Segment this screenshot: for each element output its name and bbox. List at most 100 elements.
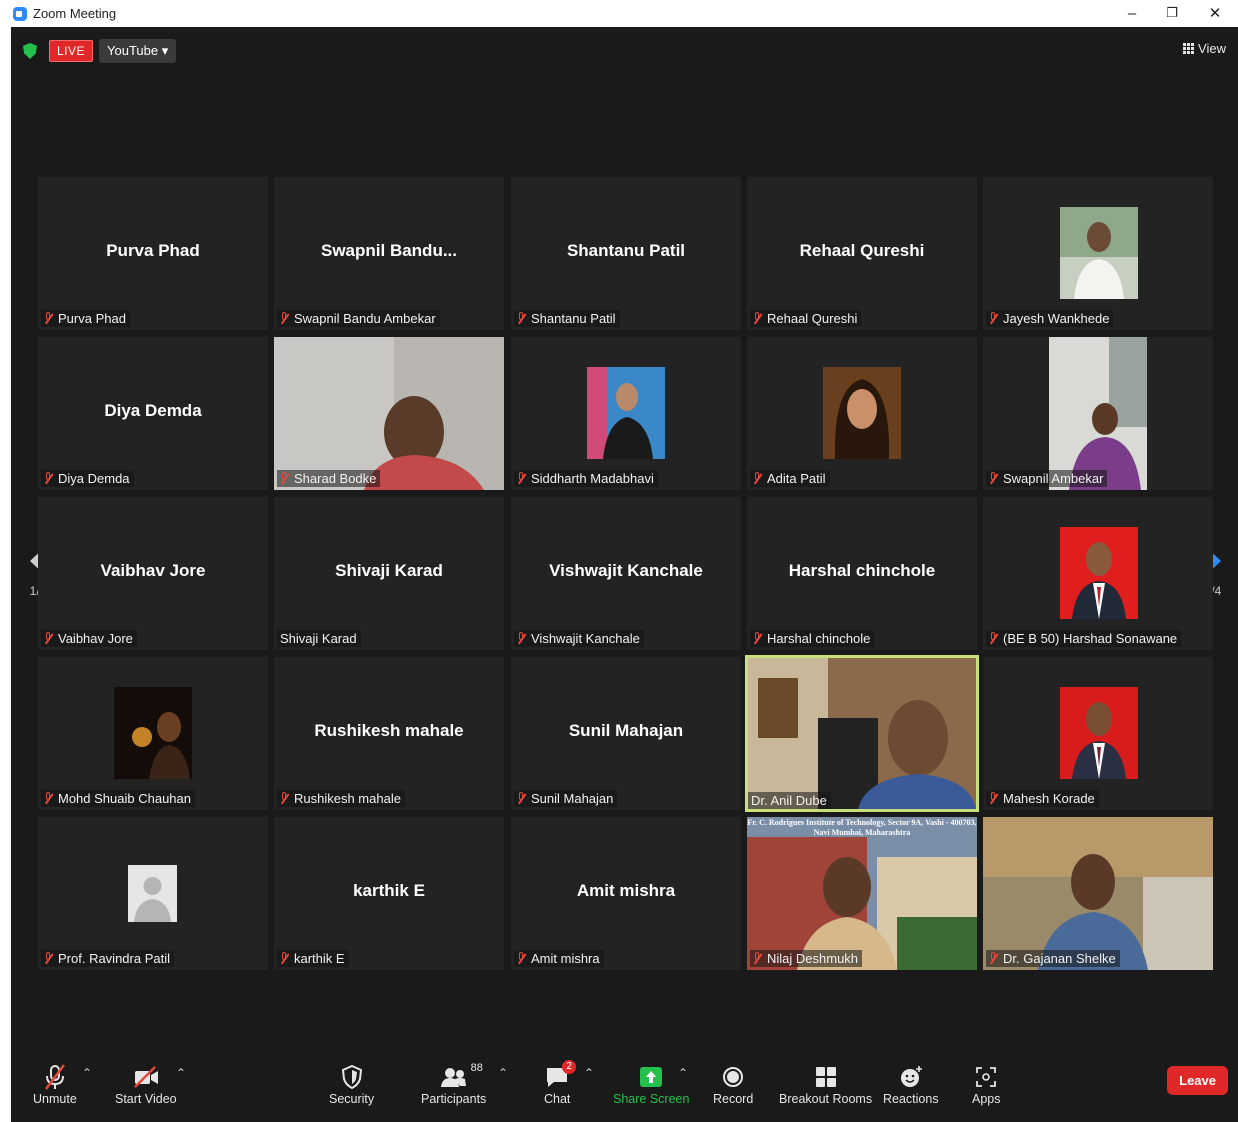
participant-label: Diya Demda [41,470,134,487]
participant-label-text: Nilaj Deshmukh [767,951,859,966]
participant-label: (BE B 50) Harshad Sonawane [986,630,1182,647]
mic-muted-icon [44,792,52,805]
participant-label: karthik E [277,950,349,967]
participant-label: Amit mishra [514,950,604,967]
participant-name-display: Rushikesh mahale [314,721,464,740]
breakout-rooms-button[interactable]: Breakout Rooms [779,1062,872,1106]
participant-tile[interactable]: Prof. Ravindra Patil [38,817,268,970]
participant-tile[interactable]: Vishwajit Kanchale Vishwajit Kanchale [511,497,741,650]
participant-label-text: Adita Patil [767,471,826,486]
active-speaker-tile[interactable]: Dr. Anil Dube [745,655,979,812]
participant-name-display: Vaibhav Jore [100,561,206,580]
participant-label: Jayesh Wankhede [986,310,1114,327]
participant-tile[interactable]: Adita Patil [747,337,977,490]
participant-label: Nilaj Deshmukh [750,950,863,967]
participant-name-display: Harshal chinchole [788,561,936,580]
mic-muted-icon [280,952,288,965]
reactions-button[interactable]: Reactions [883,1062,939,1106]
breakout-rooms-icon [815,1067,836,1087]
view-label: View [1198,41,1226,56]
participant-name-display: Shivaji Karad [335,561,443,580]
record-label: Record [713,1092,754,1106]
zoom-app-icon [13,6,27,21]
participants-caret-icon[interactable]: ⌃ [498,1066,508,1080]
participant-tile[interactable]: Mahesh Korade [983,657,1213,810]
security-button[interactable]: Security [329,1062,374,1106]
mic-muted-icon [517,952,525,965]
participant-tile[interactable]: Shantanu Patil Shantanu Patil [511,177,741,330]
participant-video-tile[interactable]: Sharad Bodke [274,337,504,490]
participant-label-text: Mohd Shuaib Chauhan [58,791,191,806]
participant-label: Vaibhav Jore [41,630,137,647]
start-video-button[interactable]: Start Video [115,1062,177,1106]
live-badge[interactable]: LIVE [49,40,94,62]
chat-caret-icon[interactable]: ⌃ [584,1066,594,1080]
participant-label: Sharad Bodke [277,470,381,487]
youtube-stream-dropdown[interactable]: YouTube ▾ [99,39,177,63]
restore-button[interactable]: ❐ [1157,2,1187,24]
participant-tile[interactable]: Vaibhav Jore Vaibhav Jore [38,497,268,650]
participant-tile[interactable]: Sunil Mahajan Sunil Mahajan [511,657,741,810]
microphone-muted-icon [44,1064,65,1090]
participant-tile[interactable]: Purva Phad Purva Phad [38,177,268,330]
chat-unread-badge: 2 [562,1060,577,1074]
view-button[interactable]: View [1183,41,1226,56]
participants-button[interactable]: 88 Participants [421,1062,486,1106]
reactions-label: Reactions [883,1092,939,1106]
participant-tile[interactable]: Diya Demda Diya Demda [38,337,268,490]
participant-label-text: Amit mishra [531,951,600,966]
record-button[interactable]: Record [713,1062,753,1106]
participants-count: 88 [470,1062,483,1074]
participant-label-text: Vaibhav Jore [58,631,133,646]
participant-tile[interactable]: Shivaji Karad Shivaji Karad [274,497,504,650]
participant-video-tile[interactable]: Fr. C. Rodrigues Institute of Technology… [747,817,977,970]
participant-label-text: karthik E [294,951,345,966]
participant-tile[interactable]: Rushikesh mahale Rushikesh mahale [274,657,504,810]
participants-label: Participants [421,1092,487,1106]
participant-tile[interactable]: (BE B 50) Harshad Sonawane [983,497,1213,650]
participant-tile[interactable]: Jayesh Wankhede [983,177,1213,330]
participant-name-display: Rehaal Qureshi [799,241,925,260]
participant-label-text: Dr. Gajanan Shelke [1003,951,1116,966]
participant-label-text: Prof. Ravindra Patil [58,951,170,966]
mic-muted-icon [517,792,525,805]
default-avatar-icon [128,865,177,922]
close-button[interactable]: ✕ [1200,2,1230,24]
meeting-toolbar: Unmute ⌃ Start Video ⌃ Security 88 Parti… [11,1052,1238,1122]
mic-muted-icon [517,472,525,485]
participant-video-tile[interactable]: Swapnil Ambekar [983,337,1213,490]
profile-photo [823,367,901,459]
participant-name-display: Vishwajit Kanchale [549,561,703,580]
participant-tile[interactable]: Mohd Shuaib Chauhan [38,657,268,810]
mic-muted-icon [517,632,525,645]
participant-label: Rushikesh mahale [277,790,405,807]
profile-photo [1060,687,1138,779]
encryption-shield-icon[interactable] [23,43,37,59]
mic-muted-icon [753,952,761,965]
mic-muted-icon [753,472,761,485]
leave-button[interactable]: Leave [1167,1066,1228,1095]
participant-label-text: Mahesh Korade [1003,791,1095,806]
chat-button[interactable]: 2 Chat [544,1060,577,1106]
mic-muted-icon [753,312,761,325]
virtual-background-caption: Fr. C. Rodrigues Institute of Technology… [747,818,977,837]
participant-label-text: Swapnil Ambekar [1003,471,1104,486]
video-options-caret-icon[interactable]: ⌃ [176,1066,186,1080]
participant-label-text: Vishwajit Kanchale [531,631,640,646]
unmute-button[interactable]: Unmute [33,1062,77,1106]
video-feed [983,817,1213,970]
participant-tile[interactable]: Siddharth Madabhavi [511,337,741,490]
apps-button[interactable]: Apps [972,1062,1001,1106]
participant-tile[interactable]: Amit mishra Amit mishra [511,817,741,970]
participant-tile[interactable]: Swapnil Bandu... Swapnil Bandu Ambekar [274,177,504,330]
participant-tile[interactable]: Rehaal Qureshi Rehaal Qureshi [747,177,977,330]
participant-tile[interactable]: karthik E karthik E [274,817,504,970]
participant-name-display: Sunil Mahajan [568,721,684,740]
participants-icon [440,1068,466,1087]
audio-options-caret-icon[interactable]: ⌃ [82,1066,92,1080]
participant-video-tile[interactable]: Dr. Gajanan Shelke [983,817,1213,970]
video-feed [274,337,504,490]
minimize-button[interactable]: – [1117,2,1147,24]
share-options-caret-icon[interactable]: ⌃ [678,1066,688,1080]
participant-tile[interactable]: Harshal chinchole Harshal chinchole [747,497,977,650]
